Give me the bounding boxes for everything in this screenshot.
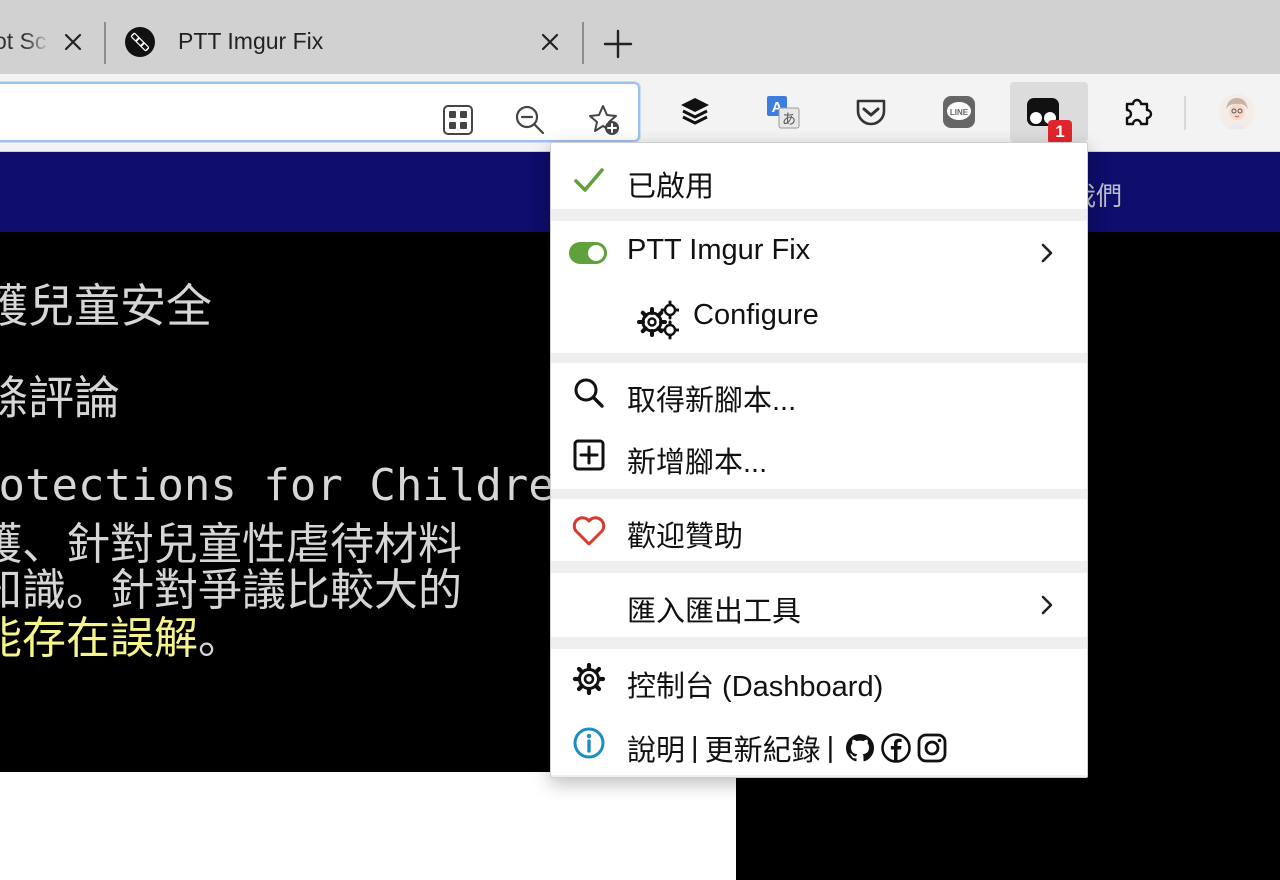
profile-avatar: [1219, 94, 1255, 130]
article-line: 條評論: [0, 371, 120, 425]
ptt-imgur-fix-favicon: [125, 27, 155, 57]
browser-toolbar: A あ LINE 1: [0, 74, 1280, 152]
help-link[interactable]: 說明: [627, 727, 685, 769]
script-enabled-toggle[interactable]: [569, 242, 607, 264]
chevron-right-icon: [1041, 595, 1053, 615]
translate-extension-button[interactable]: A あ: [752, 82, 814, 142]
highlighted-text: 能存在誤解: [0, 613, 198, 664]
page-sidebar-block: [736, 772, 1280, 880]
search-icon: [574, 378, 604, 408]
close-icon[interactable]: [61, 30, 85, 54]
profile-button[interactable]: [1206, 82, 1268, 142]
dashboard-item[interactable]: 控制台 (Dashboard): [551, 649, 1087, 711]
menu-section-scripts: PTT Imgur Fix Configure: [551, 221, 1087, 353]
toolbar-divider: [1184, 96, 1186, 130]
notification-badge: 1: [1048, 120, 1072, 144]
app-grid-icon[interactable]: [440, 102, 476, 138]
tab-title: ot Sc: [0, 28, 47, 54]
tampermonkey-extension-button[interactable]: 1: [1010, 82, 1088, 144]
menu-section-create: 取得新腳本... 新增腳本...: [551, 363, 1087, 489]
import-export-label: 匯入匯出工具: [627, 596, 802, 628]
gear-icon: [572, 662, 606, 696]
configure-label: Configure: [693, 299, 819, 331]
changelog-link[interactable]: 更新紀錄: [705, 727, 821, 769]
plus-icon[interactable]: [600, 26, 636, 62]
script-name: PTT Imgur Fix: [627, 234, 811, 266]
enabled-toggle-item[interactable]: 已啟用: [551, 151, 1087, 209]
gears-icon: [637, 300, 679, 340]
tab-title: PTT Imgur Fix: [178, 28, 324, 54]
get-new-scripts-label: 取得新腳本...: [627, 385, 797, 417]
chevron-right-icon: [1041, 243, 1053, 263]
donate-label: 歡迎贊助: [627, 521, 744, 553]
menu-section-status: 已啟用: [551, 143, 1087, 209]
import-export-item[interactable]: 匯入匯出工具: [551, 573, 1087, 637]
checkmark-icon: [574, 168, 604, 192]
tab-previous[interactable]: ot Sc: [0, 0, 104, 80]
separator: |: [826, 731, 835, 764]
translate-icon: A あ: [767, 96, 800, 129]
heart-icon: [572, 516, 606, 546]
help-links: 說明 | 更新紀錄 |: [627, 727, 948, 769]
add-box-icon: [573, 439, 605, 471]
configure-item[interactable]: Configure: [551, 285, 1087, 351]
tab-strip: ot Sc PTT Imgur Fix: [0, 0, 1280, 80]
line-extension-button[interactable]: LINE: [928, 82, 990, 142]
svg-text:あ: あ: [782, 112, 796, 128]
menu-section-donate: 歡迎贊助: [551, 499, 1087, 561]
article-line: rotections for Children: [0, 460, 582, 511]
line-icon: LINE: [943, 96, 975, 128]
layers-icon: [681, 98, 709, 125]
zoom-out-icon[interactable]: [512, 102, 548, 138]
address-bar[interactable]: [0, 82, 640, 142]
layers-extension-button[interactable]: [664, 82, 726, 142]
close-icon[interactable]: [538, 30, 562, 54]
pocket-icon: [856, 99, 886, 126]
info-icon: [573, 727, 605, 759]
dashboard-label: 控制台 (Dashboard): [627, 671, 884, 703]
pocket-extension-button[interactable]: [840, 82, 902, 142]
tampermonkey-popup-menu: 已啟用 PTT Imgur Fix Configure 取得新腳本... 新增腳…: [550, 142, 1088, 778]
new-script-item[interactable]: 新增腳本...: [551, 425, 1087, 487]
article-line: 能存在誤解。: [0, 602, 242, 666]
article-line: 護兒童安全: [0, 279, 212, 333]
line-end-text: 。: [198, 613, 242, 664]
enabled-label: 已啟用: [627, 171, 715, 203]
facebook-icon[interactable]: [880, 732, 912, 764]
github-icon[interactable]: [844, 732, 876, 764]
tab-divider: [582, 22, 584, 64]
svg-text:LINE: LINE: [950, 108, 969, 117]
new-script-label: 新增腳本...: [627, 447, 768, 479]
add-favorite-icon[interactable]: [586, 102, 622, 138]
tab-ptt-imgur-fix[interactable]: PTT Imgur Fix: [106, 0, 582, 80]
extensions-menu-button[interactable]: [1106, 82, 1168, 142]
separator: |: [691, 731, 699, 764]
help-links-row: 說明 | 更新紀錄 |: [551, 713, 1087, 775]
toggle-knob: [588, 245, 604, 261]
get-new-scripts-item[interactable]: 取得新腳本...: [551, 363, 1087, 425]
menu-section-utilities: 匯入匯出工具: [551, 573, 1087, 637]
menu-section-footer: 控制台 (Dashboard) 說明 | 更新紀錄 |: [551, 649, 1087, 775]
extensions-puzzle-icon: [1125, 98, 1153, 126]
instagram-icon[interactable]: [916, 732, 948, 764]
script-item-ptt-imgur-fix[interactable]: PTT Imgur Fix: [551, 221, 1087, 285]
donate-item[interactable]: 歡迎贊助: [551, 499, 1087, 561]
